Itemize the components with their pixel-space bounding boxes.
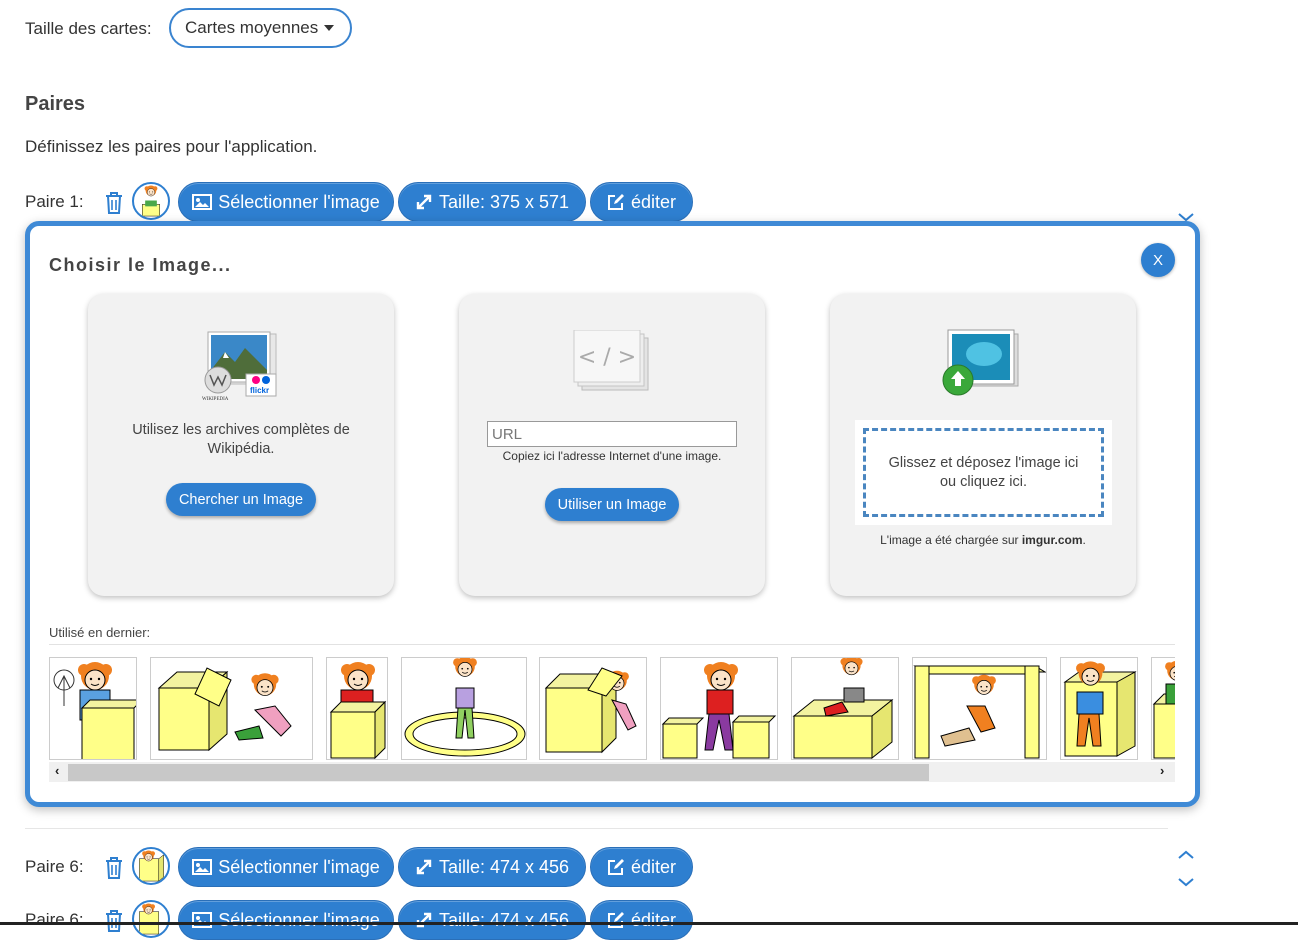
modal-title: Choisir le Image... bbox=[49, 255, 232, 275]
recent-image-thumb[interactable] bbox=[539, 657, 647, 760]
url-hint: Copiez ici l'adresse Internet d'une imag… bbox=[502, 449, 722, 463]
kid-icon bbox=[142, 184, 160, 217]
image-icon bbox=[192, 912, 212, 928]
kid-in-box-blue-image bbox=[1063, 660, 1137, 757]
pair-label: Paire 1: bbox=[25, 192, 84, 211]
upload-note-suffix: . bbox=[1082, 533, 1086, 547]
edit-icon bbox=[607, 858, 625, 876]
upload-note: L'image a été chargée sur imgur.com. bbox=[830, 533, 1136, 547]
kid-box-tree-image bbox=[53, 661, 136, 759]
kid-under-arch-image bbox=[913, 665, 1046, 759]
kid-on-box-image bbox=[329, 661, 387, 759]
size-label: Taille: 474 x 456 bbox=[438, 856, 570, 877]
recent-image-thumb[interactable] bbox=[660, 657, 778, 760]
code-icon: < / > bbox=[573, 330, 649, 391]
upload-note-prefix: L'image a été chargée sur bbox=[880, 533, 1022, 547]
size-button[interactable]: Taille: 474 x 456 bbox=[398, 847, 586, 887]
pair-label: Paire 6: bbox=[25, 857, 84, 876]
recent-images-strip bbox=[49, 657, 1175, 762]
recent-image-thumb[interactable] bbox=[326, 657, 388, 760]
edit-label: éditer bbox=[630, 909, 677, 930]
resize-icon bbox=[415, 911, 433, 929]
recent-image-thumb[interactable] bbox=[1060, 657, 1138, 760]
search-image-button[interactable]: Chercher un Image bbox=[166, 483, 316, 516]
kid-partial-image bbox=[1152, 660, 1175, 759]
pair-thumbnail[interactable] bbox=[132, 900, 170, 938]
size-button[interactable]: Taille: 474 x 456 bbox=[398, 900, 586, 940]
close-button[interactable]: X bbox=[1141, 243, 1175, 277]
url-input[interactable] bbox=[487, 421, 737, 447]
size-button[interactable]: Taille: 375 x 571 bbox=[398, 182, 586, 222]
select-image-button[interactable]: Sélectionner l'image bbox=[178, 900, 394, 940]
card-size-select[interactable]: Cartes moyennes bbox=[169, 8, 352, 48]
recent-image-thumb[interactable] bbox=[791, 657, 899, 760]
kid-two-boxes-image bbox=[661, 661, 777, 759]
edit-icon bbox=[607, 911, 625, 929]
edit-button[interactable]: éditer bbox=[590, 182, 693, 222]
edit-label: éditer bbox=[630, 191, 677, 212]
kid-in-box-image bbox=[544, 667, 637, 754]
divider bbox=[25, 828, 1168, 829]
section-description: Définissez les paires pour l'application… bbox=[25, 137, 318, 156]
image-icon bbox=[192, 194, 212, 210]
wikipedia-text: Utilisez les archives complètes de Wikip… bbox=[132, 422, 350, 457]
divider bbox=[49, 644, 1175, 645]
scrollbar-thumb[interactable] bbox=[68, 764, 929, 781]
edit-button[interactable]: éditer bbox=[590, 900, 693, 940]
kid-in-circle-image bbox=[404, 658, 526, 757]
card-size-value: Cartes moyennes bbox=[185, 18, 319, 37]
edit-icon bbox=[607, 193, 625, 211]
chevron-down-icon[interactable] bbox=[1177, 877, 1195, 887]
dropzone-text: Glissez et déposez l'image ici ou clique… bbox=[863, 428, 1104, 517]
kid-crawl-box-image bbox=[157, 667, 292, 752]
edit-button[interactable]: éditer bbox=[590, 847, 693, 887]
pair-thumbnail[interactable] bbox=[132, 182, 170, 220]
select-image-button[interactable]: Sélectionner l'image bbox=[178, 847, 394, 887]
upload-note-site[interactable]: imgur.com bbox=[1022, 533, 1083, 547]
caret-down-icon bbox=[324, 25, 335, 31]
recent-image-thumb[interactable] bbox=[1151, 657, 1175, 760]
flickr-caption: flickr bbox=[250, 386, 269, 395]
pair-thumbnail[interactable] bbox=[132, 847, 170, 885]
card-size-label: Taille des cartes: bbox=[25, 19, 152, 38]
select-image-button[interactable]: Sélectionner l'image bbox=[178, 182, 394, 222]
resize-icon bbox=[415, 193, 433, 211]
resize-icon bbox=[415, 858, 433, 876]
size-label: Taille: 474 x 456 bbox=[438, 909, 570, 930]
wikipedia-flickr-icon: flickr WIKIPEDIA bbox=[202, 331, 277, 402]
section-title: Paires bbox=[25, 93, 86, 115]
dropzone[interactable]: Glissez et déposez l'image ici ou clique… bbox=[855, 420, 1112, 525]
select-image-label: Sélectionner l'image bbox=[218, 191, 380, 212]
scroll-left-icon[interactable]: ‹ bbox=[55, 763, 59, 778]
recent-image-thumb[interactable] bbox=[912, 657, 1047, 760]
recent-label: Utilisé en dernier: bbox=[49, 625, 151, 640]
recent-image-thumb[interactable] bbox=[49, 657, 137, 760]
scroll-right-icon[interactable]: › bbox=[1160, 763, 1164, 778]
select-image-label: Sélectionner l'image bbox=[218, 909, 380, 930]
trash-icon[interactable] bbox=[104, 909, 124, 933]
recent-image-thumb[interactable] bbox=[150, 657, 313, 760]
wikipedia-caption: WIKIPEDIA bbox=[202, 397, 229, 402]
image-icon bbox=[192, 859, 212, 875]
code-glyph: < / > bbox=[578, 345, 636, 370]
upload-icon bbox=[942, 329, 1019, 396]
use-image-button[interactable]: Utiliser un Image bbox=[545, 488, 679, 521]
kid-icon bbox=[139, 903, 160, 935]
kid-icon bbox=[139, 850, 164, 882]
edit-label: éditer bbox=[630, 856, 677, 877]
size-label: Taille: 375 x 571 bbox=[438, 191, 570, 212]
kid-climb-box-image bbox=[792, 658, 894, 759]
trash-icon[interactable] bbox=[104, 191, 124, 215]
chevron-up-icon[interactable] bbox=[1177, 850, 1195, 860]
trash-icon[interactable] bbox=[104, 856, 124, 880]
pair-label: Paire 6: bbox=[25, 910, 84, 929]
recent-image-thumb[interactable] bbox=[401, 657, 527, 760]
select-image-label: Sélectionner l'image bbox=[218, 856, 380, 877]
